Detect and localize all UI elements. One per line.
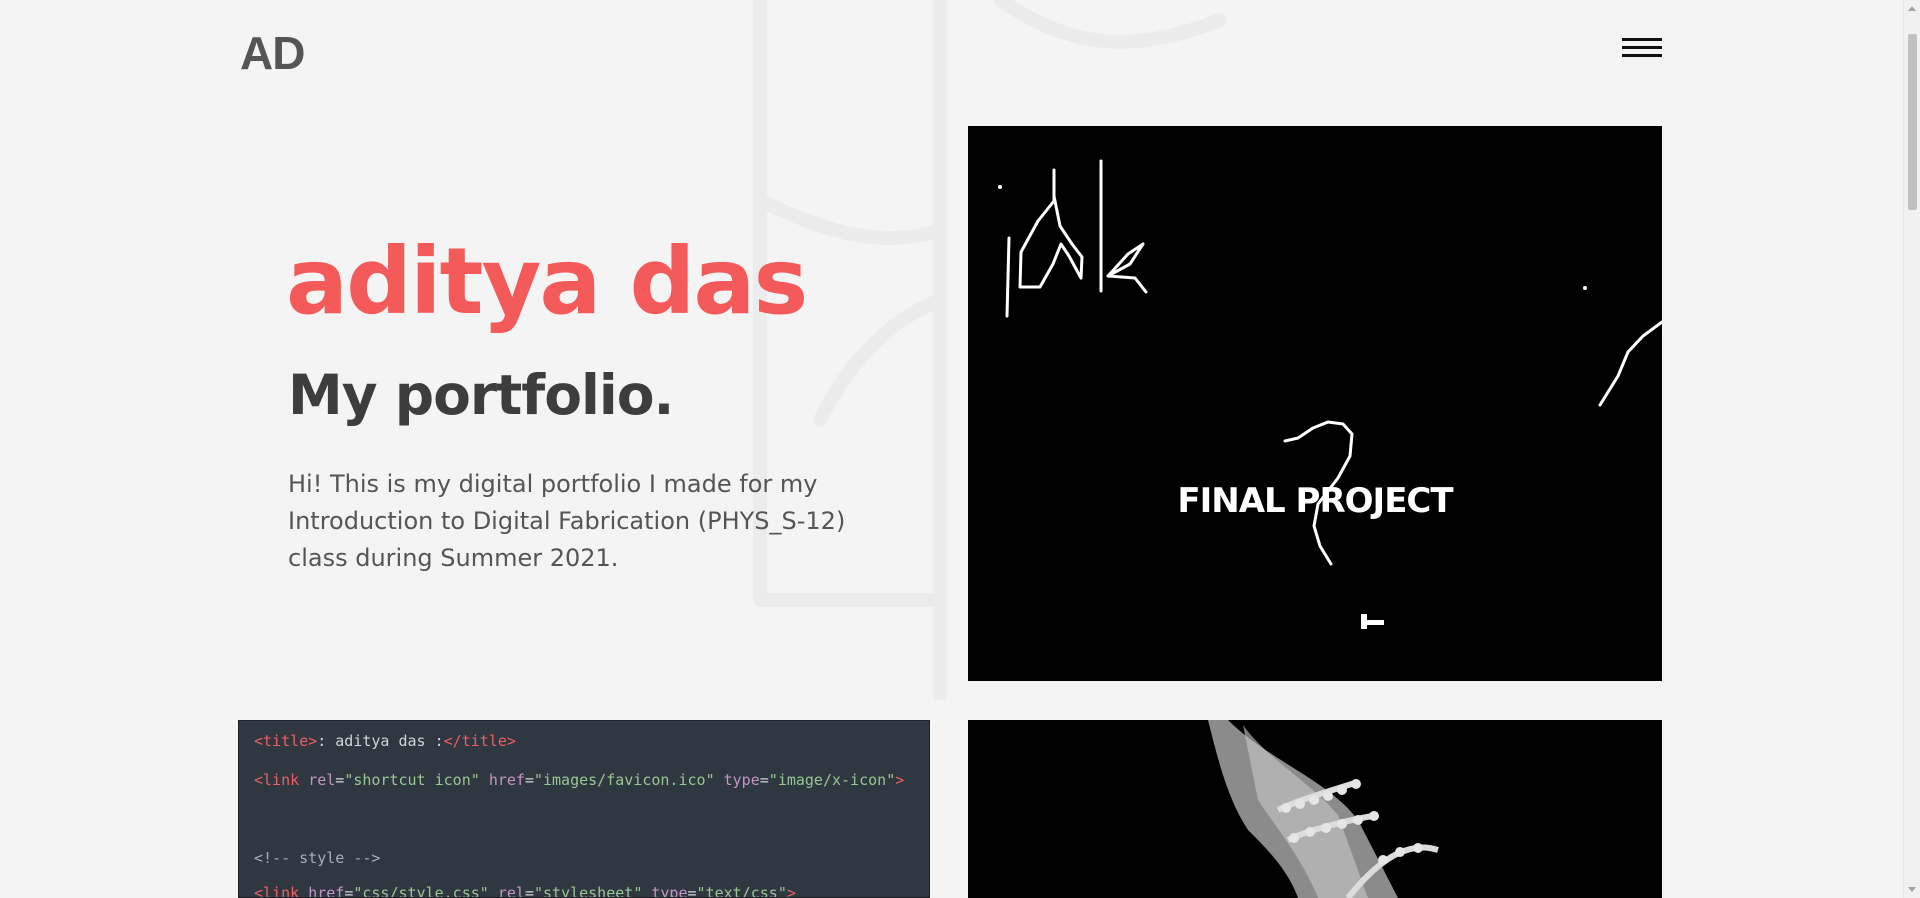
author-name: aditya das [286, 228, 808, 335]
code-snippet-tile[interactable]: <title>: aditya das :</title> <link rel=… [238, 720, 930, 898]
final-project-tile[interactable]: FINAL PROJECT [968, 126, 1662, 681]
code-line-comment: <!-- style --> [254, 849, 381, 867]
hamburger-menu-icon[interactable] [1622, 38, 1662, 62]
menu-bar-middle [1622, 46, 1662, 49]
menu-bar-bottom [1622, 54, 1662, 57]
final-project-label: FINAL PROJECT [1177, 481, 1453, 521]
code-line-title: <title>: aditya das :</title> [254, 732, 516, 750]
code-line-stylesheet: <link href="css/style.css" rel="styleshe… [254, 884, 796, 898]
scroll-up-arrow-icon[interactable] [1908, 6, 1916, 11]
scrollbar-thumb[interactable] [1908, 34, 1917, 210]
site-logo[interactable]: AD [240, 26, 305, 80]
code-line-favicon: <link rel="shortcut icon" href="images/f… [254, 771, 905, 789]
final-project-doodle [998, 159, 1662, 629]
scroll-down-arrow-icon[interactable] [1908, 887, 1916, 892]
intro-description: Hi! This is my digital portfolio I made … [288, 470, 846, 572]
menu-bar-top [1622, 38, 1662, 41]
page-subtitle: My portfolio. [288, 363, 674, 427]
page-scrollbar[interactable] [1903, 0, 1920, 898]
bracelet-hand-image [968, 720, 1662, 898]
bracelet-photo-tile[interactable] [968, 720, 1662, 898]
